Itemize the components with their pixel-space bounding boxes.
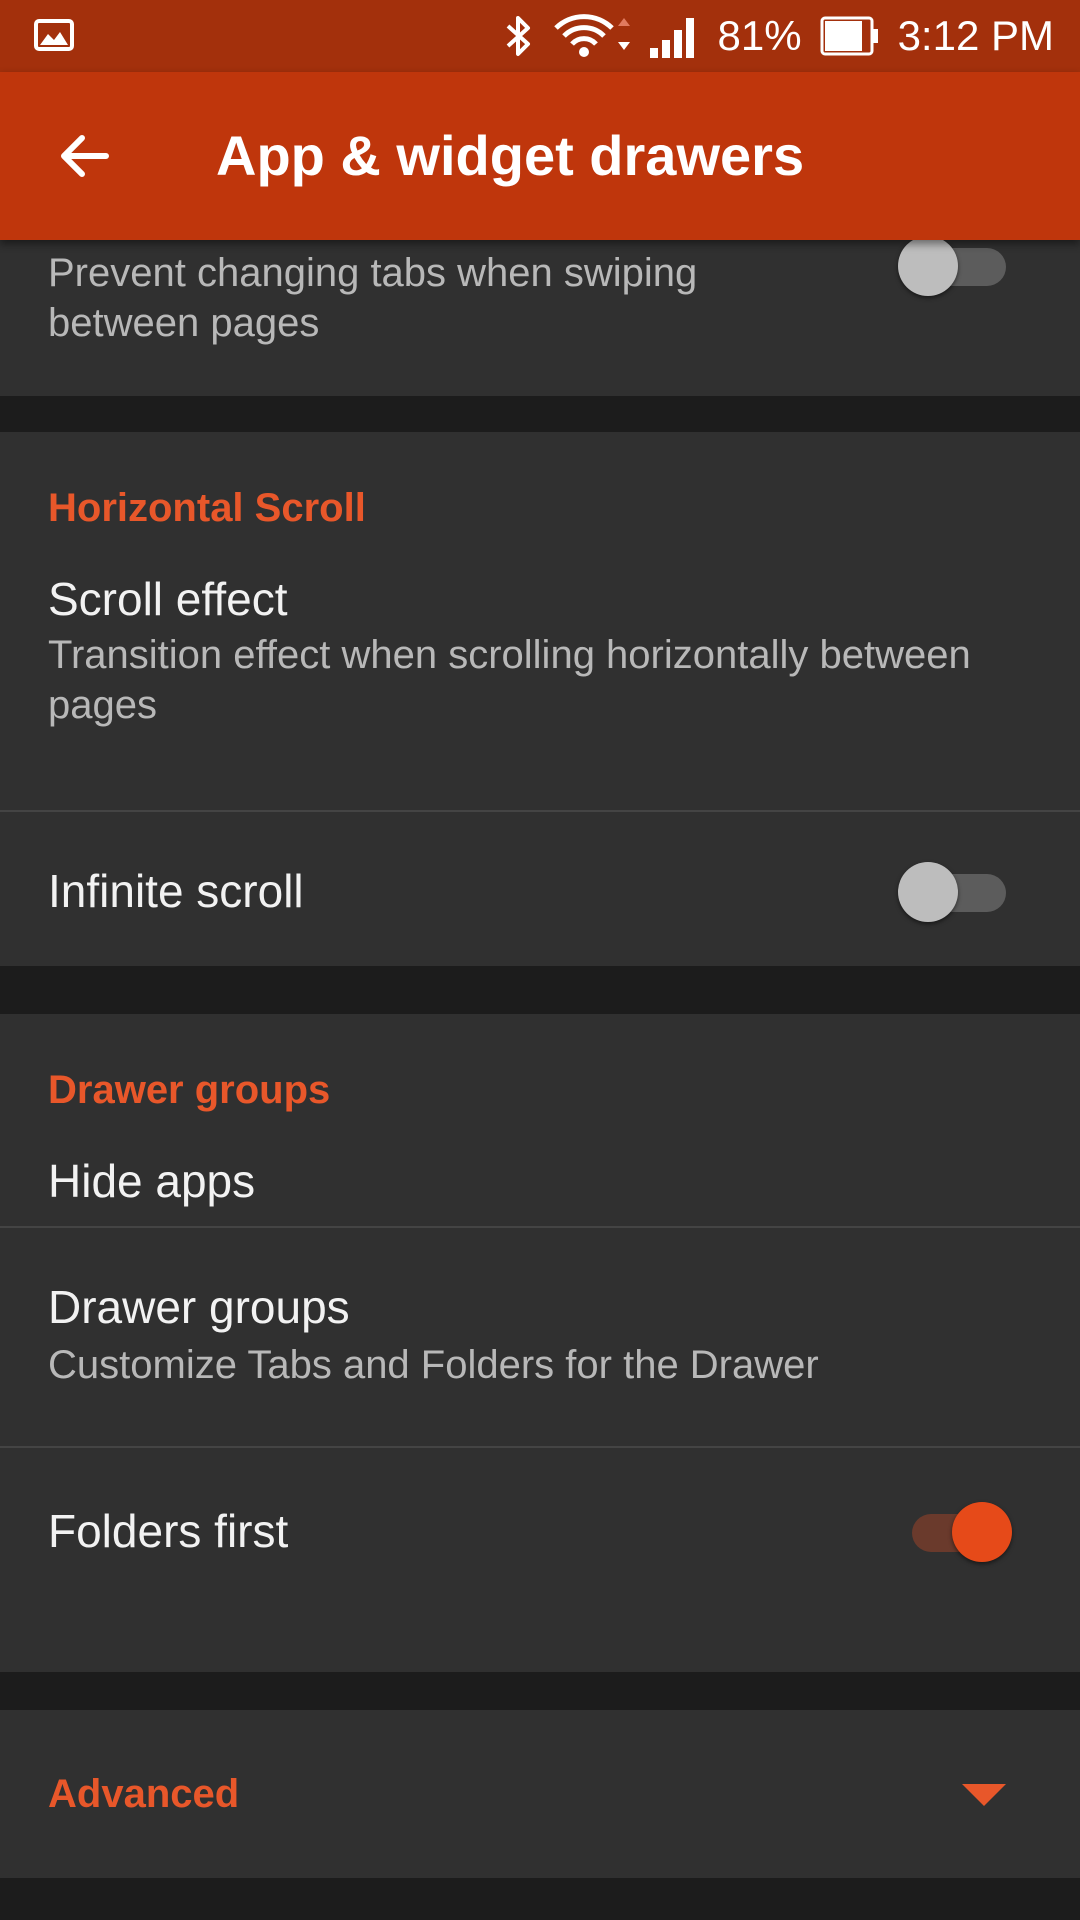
status-bar: 81% 3:12 PM bbox=[0, 0, 1080, 72]
drawer-groups-setting[interactable]: Drawer groups Customize Tabs and Folders… bbox=[0, 1228, 1080, 1446]
status-icons: 81% 3:12 PM bbox=[502, 0, 1054, 72]
folders-first-setting[interactable]: Folders first bbox=[0, 1448, 1080, 1672]
wifi-icon bbox=[553, 14, 630, 57]
scroll-effect-summary: Transition effect when scrolling horizon… bbox=[48, 633, 971, 727]
settings-list[interactable]: Prevent changing tabs when swiping betwe… bbox=[0, 240, 1080, 1920]
scroll-effect-title: Scroll effect bbox=[48, 573, 288, 625]
image-notification-icon bbox=[34, 19, 74, 51]
back-button[interactable] bbox=[40, 118, 128, 194]
swipe-lock-summary: Prevent changing tabs when swiping betwe… bbox=[48, 251, 698, 345]
horizontal-scroll-header: Horizontal Scroll bbox=[48, 486, 366, 530]
switch-thumb bbox=[898, 862, 958, 922]
hide-apps-title: Hide apps bbox=[48, 1155, 256, 1207]
advanced-section[interactable]: Advanced bbox=[0, 1710, 1080, 1878]
switch-thumb bbox=[952, 1502, 1012, 1562]
drawer-groups-section: Drawer groups Hide apps Drawer groups Cu… bbox=[0, 1014, 1080, 1672]
folders-first-switch[interactable] bbox=[902, 1500, 1022, 1562]
app-bar: App & widget drawers bbox=[0, 72, 1080, 240]
swipe-lock-setting[interactable]: Prevent changing tabs when swiping betwe… bbox=[0, 240, 1080, 396]
swipe-lock-switch[interactable] bbox=[898, 240, 1018, 296]
clock: 3:12 PM bbox=[897, 12, 1054, 59]
signal-icon bbox=[649, 18, 694, 58]
bluetooth-icon bbox=[506, 16, 530, 56]
advanced-header: Advanced bbox=[48, 1772, 240, 1816]
switch-thumb bbox=[898, 240, 958, 296]
horizontal-scroll-section: Horizontal Scroll Scroll effect Transiti… bbox=[0, 432, 1080, 966]
battery-percent: 81% bbox=[717, 12, 802, 59]
infinite-scroll-setting[interactable]: Infinite scroll bbox=[0, 812, 1080, 966]
drawer-groups-summary: Customize Tabs and Folders for the Drawe… bbox=[48, 1343, 819, 1387]
infinite-scroll-switch[interactable] bbox=[898, 860, 1018, 922]
page-title: App & widget drawers bbox=[216, 124, 805, 187]
drawer-groups-header: Drawer groups bbox=[48, 1068, 331, 1112]
scroll-effect-setting[interactable]: Scroll effect Transition effect when scr… bbox=[0, 542, 1080, 742]
drawer-groups-title: Drawer groups bbox=[48, 1281, 350, 1333]
battery-icon bbox=[820, 16, 878, 56]
infinite-scroll-title: Infinite scroll bbox=[48, 865, 304, 917]
folders-first-title: Folders first bbox=[48, 1505, 289, 1557]
triangle-down-icon bbox=[962, 1784, 1006, 1806]
arrow-back-icon bbox=[61, 135, 109, 177]
